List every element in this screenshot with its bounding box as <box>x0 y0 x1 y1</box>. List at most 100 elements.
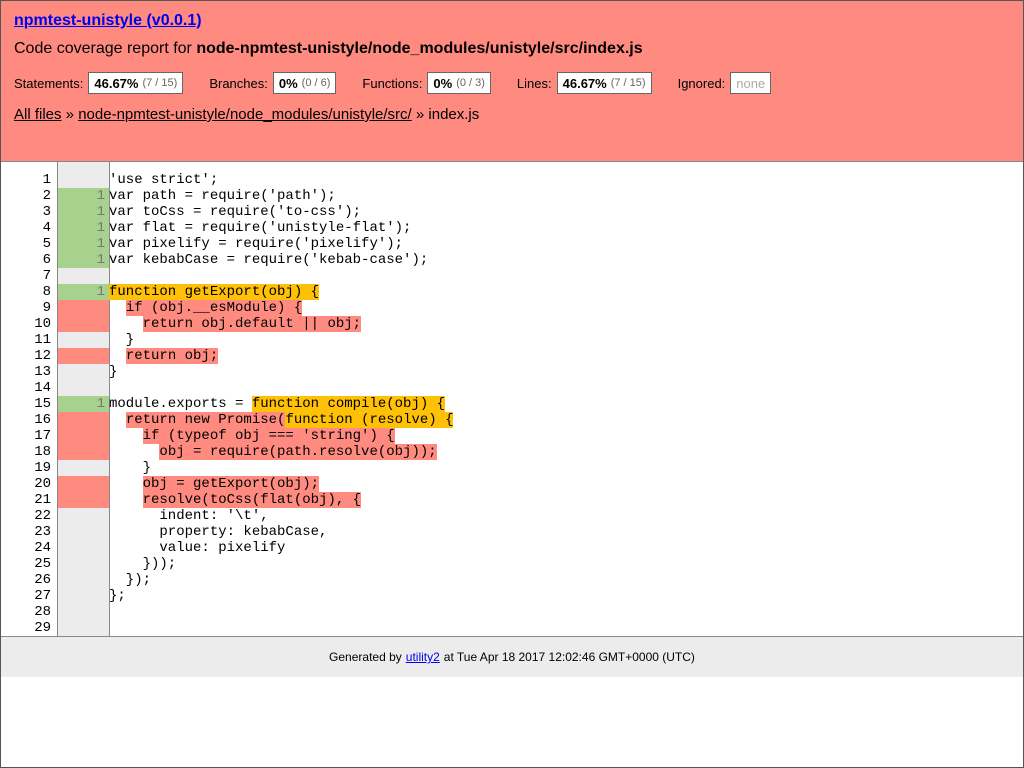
code-line: var pixelify = require('pixelify'); <box>109 236 1009 252</box>
report-prefix: Code coverage report for <box>14 40 197 57</box>
code-line: return obj; <box>109 348 1009 364</box>
code-line: } <box>109 332 1009 348</box>
utility2-link[interactable]: utility2 <box>406 650 440 664</box>
code-segment: })); <box>109 556 177 572</box>
line-number: 28 <box>34 604 51 620</box>
line-number: 29 <box>34 620 51 636</box>
breadcrumb-file: index.js <box>428 106 480 123</box>
stat-box: 46.67% (7 / 15) <box>556 72 652 94</box>
stat-pct: 0% <box>433 75 453 91</box>
stat-pct: 46.67% <box>94 75 139 91</box>
line-number: 12 <box>34 348 51 364</box>
stat-functions: Functions: 0% (0 / 3) <box>362 72 491 94</box>
stat-ignored: Ignored: none <box>678 72 772 94</box>
source-lines: 'use strict'; var path = require('path');… <box>109 172 1009 636</box>
stat-branches: Branches: 0% (0 / 6) <box>209 72 337 94</box>
code-segment: }; <box>109 588 126 604</box>
code-line: value: pixelify <box>109 540 1009 556</box>
stat-label: Functions: <box>362 75 423 91</box>
hit-count <box>58 172 109 188</box>
breadcrumb: All files » node-npmtest-unistyle/node_m… <box>14 106 479 123</box>
code-line: 'use strict'; <box>109 172 1009 188</box>
breadcrumb-separator: » <box>411 106 429 123</box>
hit-count <box>58 540 109 556</box>
hit-count: 1 <box>58 396 109 412</box>
uncovered-code-segment: obj = getExport(obj); <box>142 476 320 492</box>
stat-lines: Lines: 46.67% (7 / 15) <box>517 72 652 94</box>
stat-frac: (0 / 6) <box>301 77 331 89</box>
uncovered-code-segment: resolve(toCss(flat(obj), { <box>142 492 362 508</box>
uncovered-code-segment: function getExport(obj) { <box>109 284 320 300</box>
hit-count <box>58 556 109 572</box>
hit-count-value: 1 <box>96 188 105 204</box>
line-number: 24 <box>34 540 51 556</box>
code-segment: 'use strict'; <box>109 172 219 188</box>
hit-count <box>58 380 109 396</box>
uncovered-code-segment: return obj.default || obj; <box>142 316 362 332</box>
line-number: 23 <box>34 524 51 540</box>
hit-count-value: 1 <box>96 204 105 220</box>
hit-count <box>58 332 109 348</box>
hit-count <box>58 364 109 380</box>
stat-pct: 46.67% <box>562 75 607 91</box>
code-segment: module.exports = <box>109 396 252 412</box>
footer-timestamp: at Tue Apr 18 2017 12:02:46 GMT+0000 (UT… <box>443 650 695 664</box>
stat-frac: (7 / 15) <box>610 77 646 89</box>
stat-box: 0% (0 / 6) <box>272 72 337 94</box>
hit-count: 1 <box>58 284 109 300</box>
stat-label: Branches: <box>209 75 268 91</box>
code-line: obj = require(path.resolve(obj)); <box>109 444 1009 460</box>
hit-count <box>58 588 109 604</box>
line-number: 6 <box>42 252 51 268</box>
hit-count <box>58 508 109 524</box>
line-number: 25 <box>34 556 51 572</box>
code-line: if (typeof obj === 'string') { <box>109 428 1009 444</box>
stat-frac: (0 / 3) <box>456 77 485 89</box>
line-number: 15 <box>34 396 51 412</box>
hit-count <box>58 476 109 492</box>
hit-count <box>58 524 109 540</box>
line-number: 26 <box>34 572 51 588</box>
code-segment: }); <box>109 572 152 588</box>
hit-count <box>58 348 109 364</box>
project-link[interactable]: npmtest-unistyle (v0.0.1) <box>14 12 202 30</box>
hit-count <box>58 460 109 476</box>
line-numbers: 1 2 3 4 5 6 7 8 9 10 11 12 13 14 15 16 17 18 19 20 21 22 23 24 2… <box>1 172 51 636</box>
line-number: 17 <box>34 428 51 444</box>
line-number: 7 <box>42 268 51 284</box>
stat-box: 46.67% (7 / 15) <box>88 72 184 94</box>
code-line: })); <box>109 556 1009 572</box>
breadcrumb-directory[interactable]: node-npmtest-unistyle/node_modules/unist… <box>78 106 412 123</box>
footer: Generated by utility2 at Tue Apr 18 2017… <box>1 637 1023 677</box>
hit-count: 1 <box>58 236 109 252</box>
code-line: var flat = require('unistyle-flat'); <box>109 220 1009 236</box>
report-path: node-npmtest-unistyle/node_modules/unist… <box>196 40 643 57</box>
hit-count: 1 <box>58 220 109 236</box>
code-segment: var kebabCase = require('kebab-case'); <box>109 252 429 268</box>
code-segment: var path = require('path'); <box>109 188 336 204</box>
code-line: var toCss = require('to-css'); <box>109 204 1009 220</box>
stat-box: none <box>730 72 772 94</box>
hit-count <box>58 444 109 460</box>
code-segment: indent: '\t', <box>109 508 269 524</box>
line-number: 19 <box>34 460 51 476</box>
code-line: var path = require('path'); <box>109 188 1009 204</box>
breadcrumb-all-files[interactable]: All files <box>14 106 62 123</box>
line-number: 10 <box>34 316 51 332</box>
uncovered-code-segment: if (typeof obj === 'string') { <box>142 428 395 444</box>
hit-count: 1 <box>58 204 109 220</box>
stat-frac: (7 / 15) <box>142 77 178 89</box>
hit-count <box>58 492 109 508</box>
hit-count-gutter: 1111111 <box>57 162 110 636</box>
hit-count-value: 1 <box>96 396 105 412</box>
hit-count: 1 <box>58 188 109 204</box>
stat-ignored-value: none <box>736 75 766 91</box>
hit-count <box>58 300 109 316</box>
